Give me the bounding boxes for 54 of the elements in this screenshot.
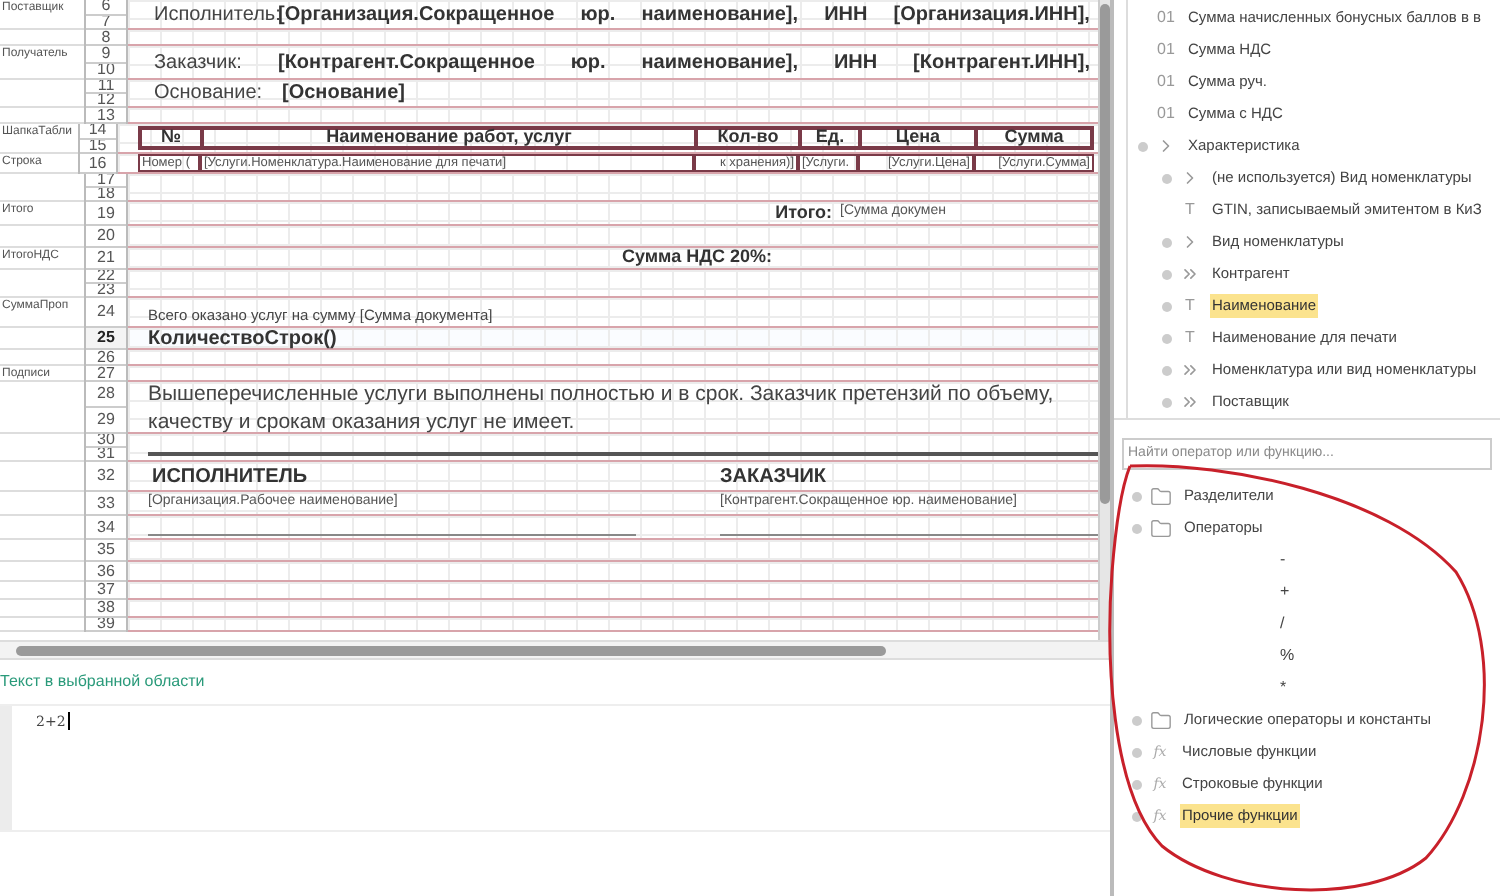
column-header: Кол-во bbox=[694, 126, 798, 150]
row-number[interactable]: 6 bbox=[86, 0, 126, 15]
expand-icon[interactable] bbox=[1131, 811, 1141, 821]
text-cursor bbox=[67, 712, 70, 730]
type-glyph: 01 bbox=[1155, 38, 1177, 62]
double-chevron-icon bbox=[1180, 392, 1200, 412]
operator-item[interactable]: * bbox=[1278, 676, 1289, 700]
vertical-scrollbar[interactable] bbox=[1098, 0, 1110, 640]
field-value: ИНН bbox=[824, 1, 868, 29]
field-label: Основание: bbox=[154, 80, 265, 108]
signature-heading: ЗАКАЗЧИК bbox=[720, 463, 827, 491]
field-value: [Организация.ИНН], bbox=[893, 1, 1090, 29]
field-value: [Организация.Сокращенное bbox=[278, 1, 555, 29]
editor-label: Текст в выбранной области bbox=[0, 670, 205, 694]
column-header: Цена bbox=[858, 126, 974, 150]
column-header: Сумма bbox=[974, 126, 1094, 150]
field-value: юр. bbox=[570, 49, 606, 77]
total-label: Итого: bbox=[775, 199, 832, 226]
field-value: наименование], bbox=[641, 49, 799, 77]
type-glyph: 01 bbox=[1155, 70, 1177, 94]
column-header: Ед. bbox=[798, 126, 858, 150]
double-chevron-icon bbox=[1180, 264, 1200, 284]
folder-icon bbox=[1150, 709, 1172, 731]
row-number[interactable]: 25 bbox=[86, 328, 126, 350]
type-glyph: T bbox=[1183, 198, 1197, 222]
type-glyph: 01 bbox=[1155, 102, 1177, 126]
field-label: Исполнитель: bbox=[154, 1, 278, 29]
field-value: ИНН bbox=[833, 49, 878, 77]
statement-text: Вышеперечисленные услуги выполнены полностью и в срок. Заказчик претензий по объему, качеству и срокам оказания услуг не имеет. bbox=[148, 379, 1056, 435]
column-header: № bbox=[138, 126, 200, 150]
operator-item[interactable]: - bbox=[1278, 548, 1288, 572]
column-header: Наименование работ, услуг bbox=[200, 126, 694, 150]
field-label: Заказчик: bbox=[154, 49, 244, 77]
row-number[interactable]: 28 bbox=[86, 382, 126, 408]
field-value: юр. bbox=[580, 1, 616, 29]
type-glyph: T bbox=[1183, 326, 1197, 350]
operator-item[interactable]: % bbox=[1278, 644, 1297, 668]
folder-icon bbox=[1150, 517, 1172, 539]
type-glyph: T bbox=[1183, 294, 1197, 318]
field-value: наименование], bbox=[641, 1, 799, 29]
operator-item[interactable]: / bbox=[1278, 612, 1287, 636]
double-chevron-icon bbox=[1180, 360, 1200, 380]
signature-heading: ИСПОЛНИТЕЛЬ bbox=[152, 463, 310, 491]
row-number[interactable]: 9 bbox=[86, 46, 126, 63]
operator-item[interactable]: + bbox=[1278, 580, 1292, 604]
row-number[interactable]: 14 bbox=[79, 124, 116, 139]
field-value: [Контрагент.ИНН], bbox=[913, 49, 1090, 77]
folder-icon bbox=[1150, 485, 1172, 507]
formula-text: КоличествоСтрок() bbox=[148, 325, 337, 353]
type-glyph: 01 bbox=[1155, 6, 1177, 30]
field-value: [Контрагент.Сокращенное bbox=[278, 49, 535, 77]
horizontal-scrollbar[interactable] bbox=[0, 640, 1110, 660]
total-label: Сумма НДС 20%: bbox=[621, 244, 772, 271]
field-value: [Основание] bbox=[282, 80, 405, 108]
